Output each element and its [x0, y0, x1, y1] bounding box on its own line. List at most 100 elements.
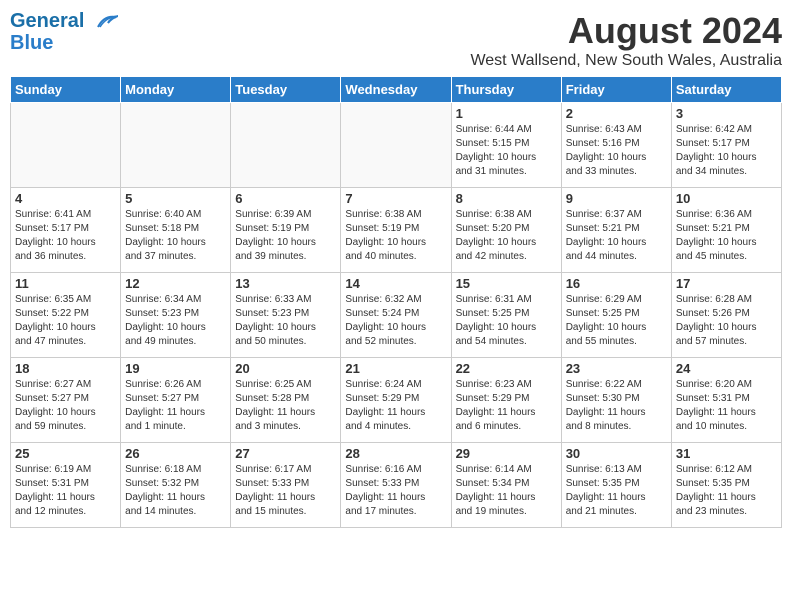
page-subtitle: West Wallsend, New South Wales, Australi… [470, 52, 782, 70]
day-number: 1 [456, 106, 557, 121]
calendar-cell: 19 Sunrise: 6:26 AMSunset: 5:27 PMDayligh… [121, 358, 231, 443]
calendar-week-row-5: 25 Sunrise: 6:19 AMSunset: 5:31 PMDayligh… [11, 443, 782, 528]
calendar-cell: 29 Sunrise: 6:14 AMSunset: 5:34 PMDayligh… [451, 443, 561, 528]
calendar-cell: 25 Sunrise: 6:19 AMSunset: 5:31 PMDayligh… [11, 443, 121, 528]
logo-blue: Blue [10, 32, 118, 54]
day-number: 2 [566, 106, 667, 121]
day-info: Sunrise: 6:17 AMSunset: 5:33 PMDaylight:… [235, 463, 336, 519]
calendar-cell: 21 Sunrise: 6:24 AMSunset: 5:29 PMDayligh… [341, 358, 451, 443]
calendar-header-wednesday: Wednesday [341, 77, 451, 103]
day-info: Sunrise: 6:40 AMSunset: 5:18 PMDaylight:… [125, 208, 226, 264]
day-number: 23 [566, 361, 667, 376]
calendar-week-row-2: 4 Sunrise: 6:41 AMSunset: 5:17 PMDaylight… [11, 188, 782, 273]
day-number: 24 [676, 361, 777, 376]
day-number: 14 [345, 276, 446, 291]
calendar-cell: 30Sunrise: 6:13 AMSunset: 5:35 PMDayligh… [561, 443, 671, 528]
calendar-header-row: SundayMondayTuesdayWednesdayThursdayFrid… [11, 77, 782, 103]
day-info: Sunrise: 6:16 AMSunset: 5:33 PMDaylight:… [345, 463, 446, 519]
day-number: 29 [456, 446, 557, 461]
calendar-cell: 18Sunrise: 6:27 AMSunset: 5:27 PMDayligh… [11, 358, 121, 443]
day-info: Sunrise: 6:29 AMSunset: 5:25 PMDaylight:… [566, 293, 667, 349]
calendar-cell: 24 Sunrise: 6:20 AMSunset: 5:31 PMDayligh… [671, 358, 781, 443]
day-number: 27 [235, 446, 336, 461]
day-number: 12 [125, 276, 226, 291]
day-info: Sunrise: 6:39 AMSunset: 5:19 PMDaylight:… [235, 208, 336, 264]
day-number: 21 [345, 361, 446, 376]
title-section: August 2024 West Wallsend, New South Wal… [470, 10, 782, 70]
day-info: Sunrise: 6:22 AMSunset: 5:30 PMDaylight:… [566, 378, 667, 434]
day-info: Sunrise: 6:43 AMSunset: 5:16 PMDaylight:… [566, 123, 667, 179]
logo-bird-icon [90, 13, 118, 31]
calendar-cell: 20Sunrise: 6:25 AMSunset: 5:28 PMDayligh… [231, 358, 341, 443]
calendar-cell: 31 Sunrise: 6:12 AMSunset: 5:35 PMDayligh… [671, 443, 781, 528]
day-number: 11 [15, 276, 116, 291]
day-number: 20 [235, 361, 336, 376]
logo: General Blue [10, 10, 118, 54]
day-info: Sunrise: 6:44 AMSunset: 5:15 PMDaylight:… [456, 123, 557, 179]
logo-general: General [10, 10, 84, 32]
calendar-header-sunday: Sunday [11, 77, 121, 103]
day-number: 13 [235, 276, 336, 291]
day-number: 10 [676, 191, 777, 206]
day-info: Sunrise: 6:20 AMSunset: 5:31 PMDaylight:… [676, 378, 777, 434]
calendar-week-row-1: 1 Sunrise: 6:44 AMSunset: 5:15 PMDaylight… [11, 103, 782, 188]
calendar-cell: 26Sunrise: 6:18 AMSunset: 5:32 PMDayligh… [121, 443, 231, 528]
day-number: 3 [676, 106, 777, 121]
calendar-table: SundayMondayTuesdayWednesdayThursdayFrid… [10, 76, 782, 528]
day-info: Sunrise: 6:23 AMSunset: 5:29 PMDaylight:… [456, 378, 557, 434]
day-info: Sunrise: 6:33 AMSunset: 5:23 PMDaylight:… [235, 293, 336, 349]
calendar-cell: 28Sunrise: 6:16 AMSunset: 5:33 PMDayligh… [341, 443, 451, 528]
day-number: 31 [676, 446, 777, 461]
day-info: Sunrise: 6:41 AMSunset: 5:17 PMDaylight:… [15, 208, 116, 264]
calendar-cell: 17Sunrise: 6:28 AMSunset: 5:26 PMDayligh… [671, 273, 781, 358]
page-header: General Blue August 2024 West Wallsend, … [10, 10, 782, 70]
day-number: 9 [566, 191, 667, 206]
calendar-cell: 27 Sunrise: 6:17 AMSunset: 5:33 PMDayligh… [231, 443, 341, 528]
calendar-week-row-4: 18Sunrise: 6:27 AMSunset: 5:27 PMDayligh… [11, 358, 782, 443]
day-number: 17 [676, 276, 777, 291]
day-number: 15 [456, 276, 557, 291]
calendar-cell: 12 Sunrise: 6:34 AMSunset: 5:23 PMDayligh… [121, 273, 231, 358]
day-info: Sunrise: 6:34 AMSunset: 5:23 PMDaylight:… [125, 293, 226, 349]
day-number: 5 [125, 191, 226, 206]
day-info: Sunrise: 6:26 AMSunset: 5:27 PMDaylight:… [125, 378, 226, 434]
day-number: 18 [15, 361, 116, 376]
day-info: Sunrise: 6:36 AMSunset: 5:21 PMDaylight:… [676, 208, 777, 264]
calendar-cell: 7Sunrise: 6:38 AMSunset: 5:19 PMDaylight… [341, 188, 451, 273]
calendar-cell: 8Sunrise: 6:38 AMSunset: 5:20 PMDaylight… [451, 188, 561, 273]
day-info: Sunrise: 6:14 AMSunset: 5:34 PMDaylight:… [456, 463, 557, 519]
day-info: Sunrise: 6:32 AMSunset: 5:24 PMDaylight:… [345, 293, 446, 349]
day-info: Sunrise: 6:12 AMSunset: 5:35 PMDaylight:… [676, 463, 777, 519]
calendar-cell: 10 Sunrise: 6:36 AMSunset: 5:21 PMDayligh… [671, 188, 781, 273]
day-number: 6 [235, 191, 336, 206]
day-info: Sunrise: 6:38 AMSunset: 5:20 PMDaylight:… [456, 208, 557, 264]
calendar-cell: 22Sunrise: 6:23 AMSunset: 5:29 PMDayligh… [451, 358, 561, 443]
calendar-cell: 23 Sunrise: 6:22 AMSunset: 5:30 PMDayligh… [561, 358, 671, 443]
day-info: Sunrise: 6:31 AMSunset: 5:25 PMDaylight:… [456, 293, 557, 349]
calendar-cell: 3 Sunrise: 6:42 AMSunset: 5:17 PMDaylight… [671, 103, 781, 188]
day-number: 4 [15, 191, 116, 206]
day-number: 30 [566, 446, 667, 461]
day-info: Sunrise: 6:24 AMSunset: 5:29 PMDaylight:… [345, 378, 446, 434]
calendar-cell: 13 Sunrise: 6:33 AMSunset: 5:23 PMDayligh… [231, 273, 341, 358]
calendar-week-row-3: 11Sunrise: 6:35 AMSunset: 5:22 PMDayligh… [11, 273, 782, 358]
calendar-header-thursday: Thursday [451, 77, 561, 103]
calendar-cell: 9 Sunrise: 6:37 AMSunset: 5:21 PMDaylight… [561, 188, 671, 273]
calendar-header-saturday: Saturday [671, 77, 781, 103]
calendar-cell: 15 Sunrise: 6:31 AMSunset: 5:25 PMDayligh… [451, 273, 561, 358]
day-info: Sunrise: 6:19 AMSunset: 5:31 PMDaylight:… [15, 463, 116, 519]
day-number: 26 [125, 446, 226, 461]
calendar-header-friday: Friday [561, 77, 671, 103]
calendar-cell [121, 103, 231, 188]
calendar-cell: 5 Sunrise: 6:40 AMSunset: 5:18 PMDaylight… [121, 188, 231, 273]
calendar-cell: 11Sunrise: 6:35 AMSunset: 5:22 PMDayligh… [11, 273, 121, 358]
calendar-cell: 1 Sunrise: 6:44 AMSunset: 5:15 PMDaylight… [451, 103, 561, 188]
day-info: Sunrise: 6:42 AMSunset: 5:17 PMDaylight:… [676, 123, 777, 179]
day-number: 19 [125, 361, 226, 376]
calendar-header-monday: Monday [121, 77, 231, 103]
day-number: 25 [15, 446, 116, 461]
day-number: 7 [345, 191, 446, 206]
day-info: Sunrise: 6:37 AMSunset: 5:21 PMDaylight:… [566, 208, 667, 264]
calendar-header-tuesday: Tuesday [231, 77, 341, 103]
day-number: 16 [566, 276, 667, 291]
